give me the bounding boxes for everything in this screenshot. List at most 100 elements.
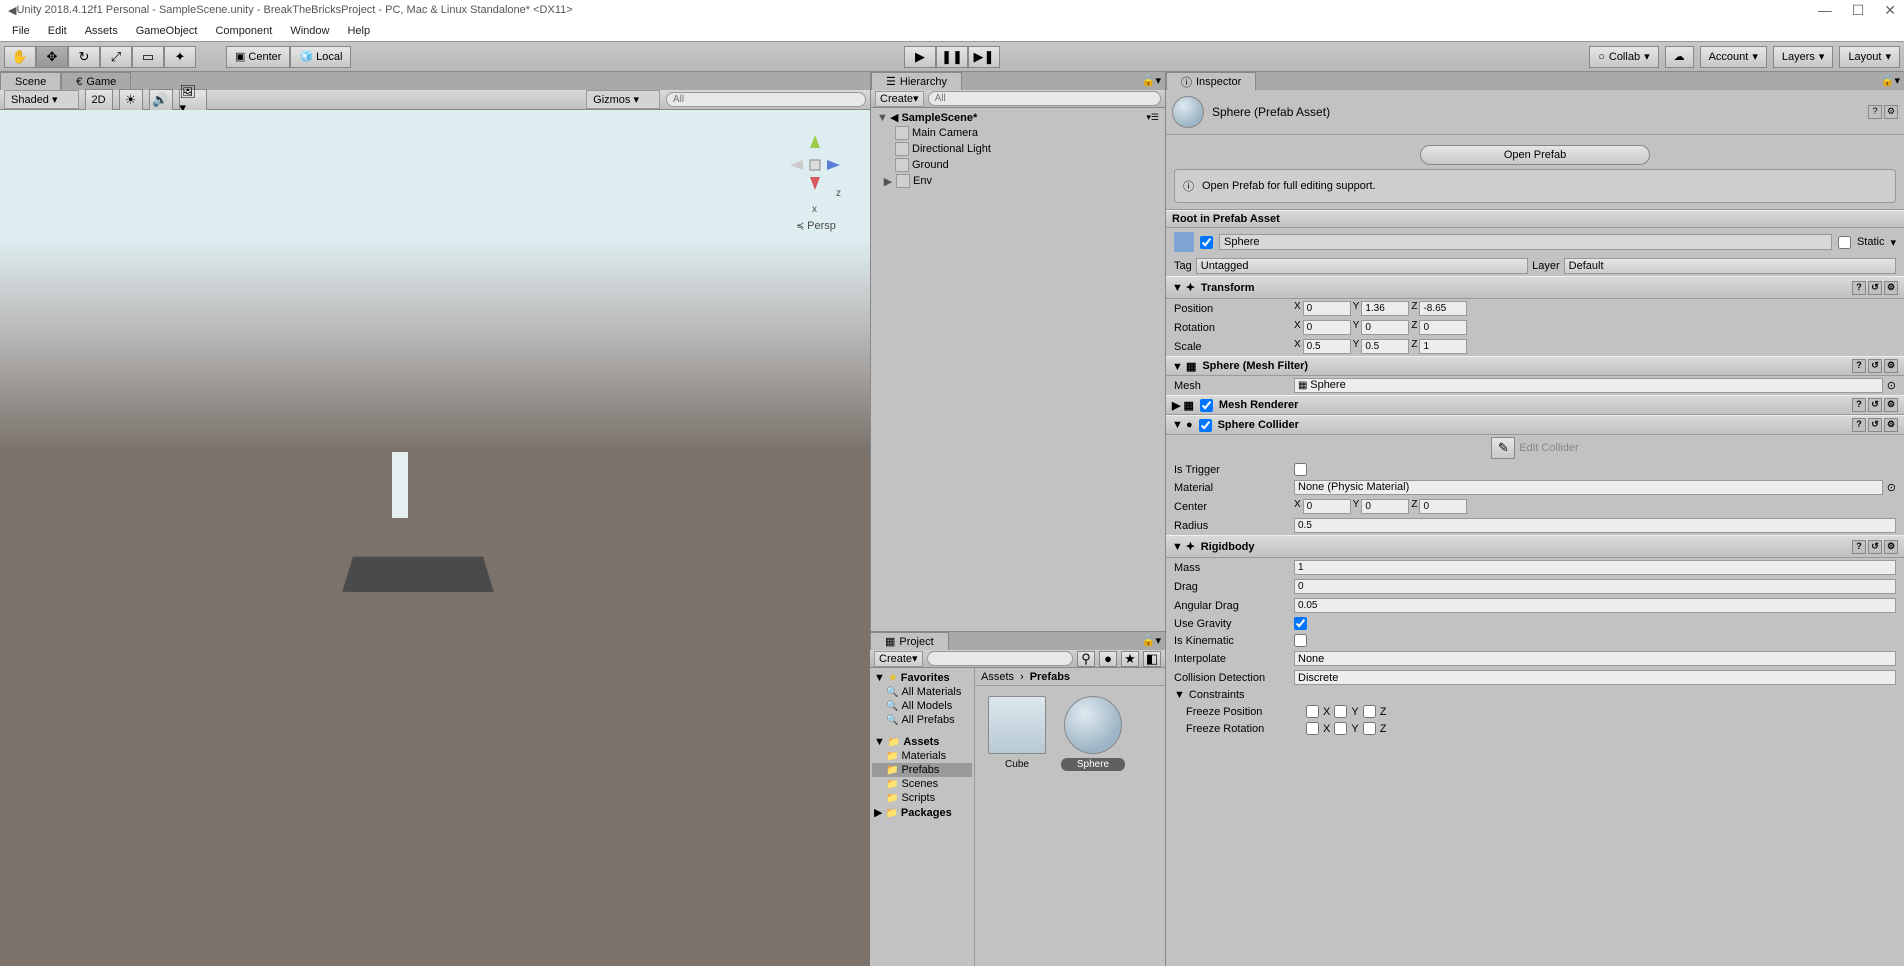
favorite-item[interactable]: 🔍All Prefabs (872, 713, 972, 727)
pivot-center-button[interactable]: ▣ Center (226, 46, 290, 68)
gear-icon[interactable]: ⚙ (1884, 359, 1898, 373)
transform-component[interactable]: ▼ 🟆 Transform ?↺⚙ (1166, 276, 1904, 299)
scene-root[interactable]: ▼◀SampleScene* ▾☰ (875, 110, 1161, 125)
freeze-pos-x[interactable] (1306, 705, 1319, 718)
project-search-input[interactable] (927, 651, 1073, 666)
filter-star-icon[interactable]: ★ (1121, 651, 1139, 667)
freeze-rot-x[interactable] (1306, 722, 1319, 735)
use-gravity-checkbox[interactable] (1294, 617, 1307, 630)
panel-options-icon[interactable]: 🔒▾ (1877, 72, 1904, 90)
scale-tool-button[interactable]: ⤢ (100, 46, 132, 68)
menu-help[interactable]: Help (339, 23, 378, 39)
shading-dropdown[interactable]: Shaded ▾ (4, 90, 79, 109)
layers-dropdown[interactable]: Layers ▾ (1773, 46, 1834, 68)
position-y-input[interactable] (1361, 301, 1409, 316)
layout-dropdown[interactable]: Layout ▾ (1839, 46, 1900, 68)
freeze-rot-y[interactable] (1334, 722, 1347, 735)
object-name-input[interactable] (1219, 234, 1832, 250)
mass-input[interactable] (1294, 560, 1896, 575)
object-picker-icon[interactable]: ⊙ (1887, 379, 1896, 392)
project-create-dropdown[interactable]: Create ▾ (874, 651, 923, 667)
hand-tool-button[interactable]: ✋ (4, 46, 36, 68)
menu-edit[interactable]: Edit (40, 23, 75, 39)
tab-project[interactable]: ▦ Project (870, 632, 949, 650)
drag-input[interactable] (1294, 579, 1896, 594)
scene-search-input[interactable] (666, 92, 866, 107)
2d-toggle-button[interactable]: 2D (85, 89, 113, 111)
rotation-x-input[interactable] (1303, 320, 1351, 335)
panel-options-icon[interactable]: 🔒▾ (1138, 632, 1165, 650)
freeze-rot-z[interactable] (1363, 722, 1376, 735)
audio-toggle-button[interactable]: 🔊 (149, 89, 173, 111)
collider-enabled[interactable] (1199, 419, 1212, 432)
active-checkbox[interactable] (1200, 236, 1213, 249)
rigidbody-component[interactable]: ▼ 🟆 Rigidbody ?↺⚙ (1166, 535, 1904, 558)
folder-item[interactable]: Materials (872, 749, 972, 763)
help-icon[interactable]: ? (1852, 281, 1866, 295)
account-dropdown[interactable]: Account ▾ (1700, 46, 1767, 68)
cloud-button[interactable]: ☁ (1665, 46, 1694, 68)
help-icon[interactable]: ? (1852, 359, 1866, 373)
hierarchy-item[interactable]: ▶Env (875, 173, 1161, 189)
center-y-input[interactable] (1361, 499, 1409, 514)
gear-icon[interactable]: ⚙ (1884, 105, 1898, 119)
reset-icon[interactable]: ↺ (1868, 359, 1882, 373)
rotate-tool-button[interactable]: ↻ (68, 46, 100, 68)
hierarchy-create-dropdown[interactable]: Create ▾ (875, 91, 924, 107)
gear-icon[interactable]: ⚙ (1884, 418, 1898, 432)
collision-detection-dropdown[interactable]: Discrete (1294, 670, 1896, 685)
folder-item[interactable]: Scenes (872, 777, 972, 791)
tab-scene[interactable]: Scene (0, 72, 61, 90)
hierarchy-item[interactable]: Main Camera (875, 125, 1161, 141)
folder-item[interactable]: Scripts (872, 791, 972, 805)
tab-inspector[interactable]: ⓘ Inspector (1166, 72, 1256, 90)
mesh-field[interactable]: ▦ Sphere (1294, 378, 1883, 393)
filter-label-icon[interactable]: ● (1099, 651, 1117, 667)
reset-icon[interactable]: ↺ (1868, 540, 1882, 554)
hierarchy-item[interactable]: Ground (875, 157, 1161, 173)
menu-gameobject[interactable]: GameObject (128, 23, 206, 39)
minimize-icon[interactable]: — (1818, 2, 1832, 19)
help-icon[interactable]: ? (1852, 418, 1866, 432)
position-x-input[interactable] (1303, 301, 1351, 316)
open-prefab-button[interactable]: Open Prefab (1420, 145, 1650, 165)
scene-view[interactable]: z x ≼ Persp (0, 110, 870, 966)
gear-icon[interactable]: ⚙ (1884, 540, 1898, 554)
play-button[interactable]: ▶ (904, 46, 936, 68)
filter-icon[interactable]: ⚲ (1077, 651, 1095, 667)
tag-dropdown[interactable]: Untagged (1196, 258, 1528, 274)
hierarchy-search-input[interactable] (928, 91, 1161, 106)
rotation-z-input[interactable] (1419, 320, 1467, 335)
radius-input[interactable] (1294, 518, 1896, 533)
freeze-pos-y[interactable] (1334, 705, 1347, 718)
pause-button[interactable]: ❚❚ (936, 46, 968, 68)
maximize-icon[interactable]: ☐ (1852, 2, 1865, 19)
reset-icon[interactable]: ↺ (1868, 418, 1882, 432)
hidden-icon[interactable]: ◧ (1143, 651, 1161, 667)
menu-file[interactable]: File (4, 23, 38, 39)
menu-component[interactable]: Component (207, 23, 280, 39)
static-checkbox[interactable] (1838, 236, 1851, 249)
rect-tool-button[interactable]: ▭ (132, 46, 164, 68)
rotation-y-input[interactable] (1361, 320, 1409, 335)
asset-cube[interactable]: Cube (985, 696, 1049, 771)
orientation-gizmo[interactable]: z x ≼ Persp (780, 130, 850, 220)
scale-z-input[interactable] (1419, 339, 1467, 354)
folder-item-selected[interactable]: Prefabs (872, 763, 972, 777)
breadcrumb-prefabs[interactable]: Prefabs (1030, 671, 1070, 683)
gizmos-dropdown[interactable]: Gizmos ▾ (586, 90, 660, 109)
hierarchy-item[interactable]: Directional Light (875, 141, 1161, 157)
layer-dropdown[interactable]: Default (1564, 258, 1896, 274)
center-x-input[interactable] (1303, 499, 1351, 514)
panel-options-icon[interactable]: 🔒▾ (1138, 72, 1165, 90)
freeze-pos-z[interactable] (1363, 705, 1376, 718)
edit-collider-button[interactable]: ✎ (1491, 437, 1515, 459)
reset-icon[interactable]: ↺ (1868, 281, 1882, 295)
physic-material-field[interactable]: None (Physic Material) (1294, 480, 1883, 495)
fx-toggle-button[interactable]: 🖼 ▾ (179, 89, 207, 111)
reset-icon[interactable]: ↺ (1868, 398, 1882, 412)
menu-assets[interactable]: Assets (77, 23, 126, 39)
mesh-filter-component[interactable]: ▼ ▦ Sphere (Mesh Filter) ?↺⚙ (1166, 356, 1904, 376)
help-icon[interactable]: ? (1868, 105, 1882, 119)
close-icon[interactable]: ✕ (1884, 2, 1896, 19)
